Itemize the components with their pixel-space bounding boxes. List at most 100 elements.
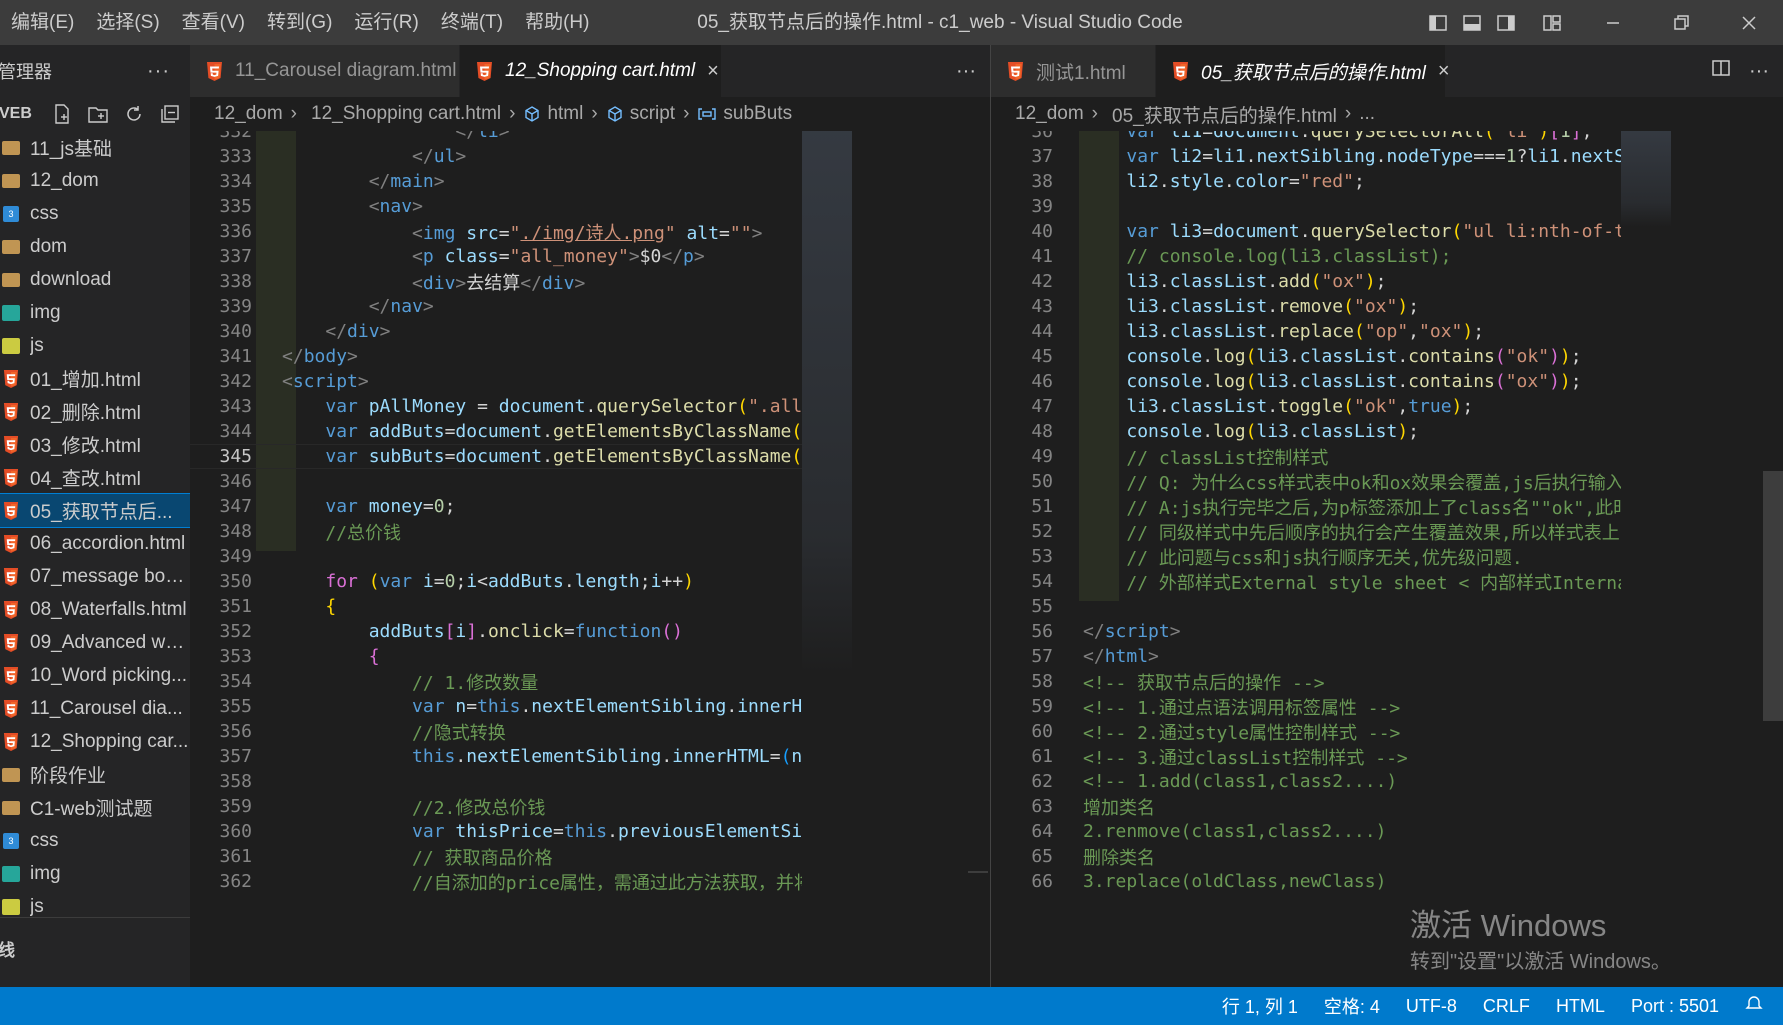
line-number: 353 xyxy=(219,646,252,667)
more-actions-icon[interactable]: ··· xyxy=(1749,60,1769,83)
restore-icon[interactable] xyxy=(1647,0,1715,45)
status-item[interactable]: 行 1, 列 1 xyxy=(1222,993,1298,1019)
breadcrumb-item[interactable]: 05_获取节点后的操作.html xyxy=(1112,101,1337,128)
close-tab-icon[interactable]: × xyxy=(1438,60,1450,83)
split-editor-icon[interactable] xyxy=(1711,58,1731,84)
editor-tab[interactable]: 11_Carousel diagram.html xyxy=(190,45,460,97)
editor-tab[interactable]: 测试1.html xyxy=(991,45,1156,97)
breadcrumb-item[interactable]: subButs xyxy=(723,103,792,125)
editor-tab[interactable]: 05_获取节点后的操作.html × xyxy=(1156,45,1450,97)
tree-item[interactable]: 12_Shopping car... xyxy=(0,725,190,758)
tree-item[interactable]: 07_message boo... xyxy=(0,560,190,593)
menu-item-0[interactable]: 编辑(E) xyxy=(0,0,85,45)
tree-item[interactable]: 05_获取节点后... xyxy=(0,493,190,528)
customize-layout-icon[interactable] xyxy=(1535,0,1569,45)
explorer-more-icon[interactable]: ··· xyxy=(147,60,170,83)
tree-item-label: dom xyxy=(30,235,67,257)
code-editor-right[interactable]: 36 var li1=document.querySelectorAll("li… xyxy=(991,131,1783,987)
scrollbar-thumb[interactable] xyxy=(968,871,988,873)
line-number: 61 xyxy=(1031,746,1053,767)
collapse-all-icon[interactable] xyxy=(152,97,188,131)
code-text: </div> xyxy=(325,321,391,342)
menu-item-5[interactable]: 终端(T) xyxy=(430,0,514,45)
breadcrumb-item[interactable]: 12_Shopping cart.html xyxy=(311,103,501,125)
status-item[interactable]: CRLF xyxy=(1483,996,1530,1017)
tree-item[interactable]: 04_查改.html xyxy=(0,461,190,494)
tree-item[interactable]: 11_Carousel dia... xyxy=(0,692,190,725)
tree-item[interactable]: 01_增加.html xyxy=(0,362,190,395)
tree-item[interactable]: dom xyxy=(0,230,190,263)
code-line: 361 // 获取商品价格 xyxy=(190,844,802,869)
code-line: 40 var li3=document.querySelector("ul li… xyxy=(991,219,1621,244)
tree-item-label: js xyxy=(30,895,44,917)
scrollbar-thumb[interactable] xyxy=(1763,471,1783,721)
close-window-icon[interactable] xyxy=(1715,0,1783,45)
notifications-bell-icon[interactable] xyxy=(1745,995,1763,1018)
tree-item[interactable]: 3 css xyxy=(0,824,190,857)
tree-item[interactable]: 3 css xyxy=(0,197,190,230)
breadcrumb-item[interactable]: 12_dom xyxy=(1015,103,1084,125)
outline-section[interactable]: 线 xyxy=(0,917,190,987)
code-line: 333 </ul> xyxy=(190,144,802,169)
tree-item[interactable]: js xyxy=(0,329,190,362)
new-folder-icon[interactable] xyxy=(80,97,116,131)
tree-item[interactable]: 06_accordion.html xyxy=(0,527,190,560)
breadcrumb-item[interactable]: html xyxy=(547,103,583,125)
tree-item[interactable]: 阶段作业 xyxy=(0,758,190,791)
minimize-icon[interactable] xyxy=(1579,0,1647,45)
status-item[interactable]: HTML xyxy=(1556,996,1605,1017)
workspace-section-header[interactable]: VEB xyxy=(0,97,190,131)
line-number: 335 xyxy=(219,196,252,217)
code-text: li2.style.color="red"; xyxy=(1126,171,1365,192)
tree-item[interactable]: 12_dom xyxy=(0,164,190,197)
menu-item-1[interactable]: 选择(S) xyxy=(85,0,170,45)
tree-item[interactable]: 02_删除.html xyxy=(0,395,190,428)
menu-item-4[interactable]: 运行(R) xyxy=(343,0,429,45)
minimap[interactable] xyxy=(802,131,852,811)
breadcrumb-item[interactable]: script xyxy=(630,103,675,125)
code-line: 60 <!-- 2.通过style属性控制样式 --> xyxy=(991,719,1621,744)
line-number: 341 xyxy=(219,346,252,367)
new-file-icon[interactable] xyxy=(44,97,80,131)
toggle-primary-sidebar-icon[interactable] xyxy=(1421,0,1455,45)
code-line: 362 //自添加的price属性，需通过此方法获取，并将字符 xyxy=(190,869,802,894)
line-number: 42 xyxy=(1031,271,1053,292)
breadcrumb-item[interactable]: 12_dom xyxy=(214,103,283,125)
tree-item[interactable]: 03_修改.html xyxy=(0,428,190,461)
code-text: { xyxy=(325,596,337,617)
menu-item-2[interactable]: 查看(V) xyxy=(171,0,256,45)
line-number: 56 xyxy=(1031,621,1053,642)
tree-item[interactable]: img xyxy=(0,296,190,329)
tree-item[interactable]: img xyxy=(0,857,190,890)
code-line: 342 <script> xyxy=(190,369,802,394)
tree-item[interactable]: 10_Word picking... xyxy=(0,659,190,692)
more-actions-icon[interactable]: ··· xyxy=(956,60,976,83)
menu-item-6[interactable]: 帮助(H) xyxy=(514,0,600,45)
code-line: 57 </html> xyxy=(991,644,1621,669)
toggle-secondary-sidebar-icon[interactable] xyxy=(1489,0,1523,45)
status-item[interactable]: Port : 5501 xyxy=(1631,996,1719,1017)
status-item[interactable]: UTF-8 xyxy=(1406,996,1457,1017)
tree-item[interactable]: 08_Waterfalls.html xyxy=(0,593,190,626)
refresh-icon[interactable] xyxy=(116,97,152,131)
breadcrumb-chevron-icon: › xyxy=(591,103,598,124)
code-text: // A:js执行完毕之后,为p标签添加上了class名""ok",此时 xyxy=(1126,497,1621,519)
code-text: var money=0; xyxy=(325,496,456,517)
tree-item-label: 08_Waterfalls.html xyxy=(30,598,187,620)
close-tab-icon[interactable]: × xyxy=(707,60,719,83)
code-text: // 1.修改数量 xyxy=(412,672,539,694)
code-text: </script> xyxy=(1083,621,1181,642)
tree-item[interactable]: C1-web测试题 xyxy=(0,791,190,824)
tree-item[interactable]: download xyxy=(0,263,190,296)
minimap[interactable] xyxy=(1621,131,1671,251)
menu-item-3[interactable]: 转到(G) xyxy=(256,0,343,45)
code-text: // 此问题与css和js执行顺序无关,优先级问题. xyxy=(1126,547,1523,569)
toggle-panel-icon[interactable] xyxy=(1455,0,1489,45)
editor-tab[interactable]: 12_Shopping cart.html × xyxy=(460,45,722,97)
tree-item[interactable]: 09_Advanced wa... xyxy=(0,626,190,659)
status-item[interactable]: 空格: 4 xyxy=(1324,993,1380,1019)
code-text: li3.classList.replace("op","ox"); xyxy=(1126,321,1485,342)
breadcrumb-item[interactable]: ... xyxy=(1359,103,1375,125)
code-editor-left[interactable]: 332 </li> 333 </ul> 334 </main> 335 <nav> 33… xyxy=(190,131,990,987)
tree-item[interactable]: 11_js基础 xyxy=(0,131,190,164)
